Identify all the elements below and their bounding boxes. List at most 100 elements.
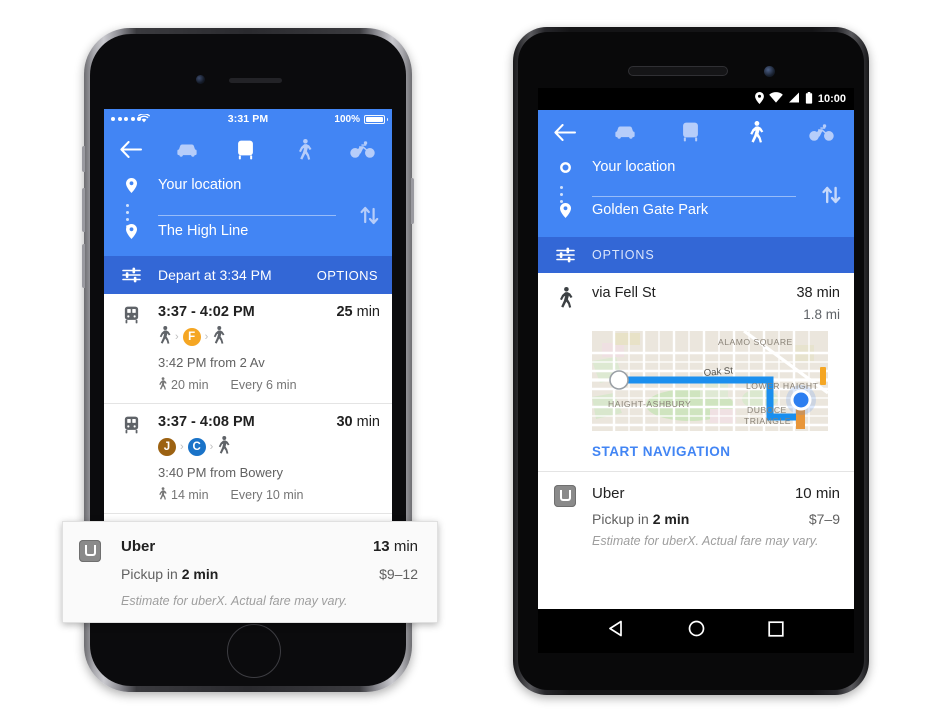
result-times: 3:37 - 4:02 PM [158,304,255,320]
home-button[interactable] [227,624,281,678]
mode-tab-cycling[interactable] [789,123,855,141]
transit-result-row[interactable]: 3:37 - 4:02 PM 25 min › F › 3:42 PM from… [104,294,392,404]
endpoints-divider [592,196,796,197]
volume-up-button[interactable] [82,188,85,232]
location-icon [754,91,764,107]
circle-home-icon[interactable] [688,620,705,642]
tune-icon [538,247,592,263]
mode-tab-walking[interactable] [275,139,334,160]
travel-mode-tabs [104,129,392,168]
swap-endpoints-button[interactable] [360,204,380,231]
mode-tab-driving[interactable] [158,142,217,158]
status-time: 10:00 [817,93,846,105]
svg-text:LOWER HAIGHT: LOWER HAIGHT [746,381,819,391]
chevron-right-icon: › [204,331,209,343]
origin-row[interactable]: Your location [538,152,854,182]
svg-text:TRIANGLE: TRIANGLE [744,416,791,426]
options-bar[interactable]: Depart at 3:34 PM OPTIONS [104,256,392,294]
uber-card[interactable]: Uber 13 min Pickup in 2 min $9–12 Estima… [62,521,438,623]
front-camera-icon [764,66,775,77]
result-legs: › F › [158,325,380,349]
android-bezel: 10:00 Your location Golden Gate Park OPT… [518,32,864,690]
result-departure: 3:40 PM from Bowery [158,465,283,480]
options-action-label[interactable]: OPTIONS [317,268,392,283]
swap-endpoints-button[interactable] [822,184,842,211]
result-frequency: Every 10 min [230,488,304,502]
depart-time-text: Depart at 3:34 PM [158,267,272,283]
mode-tab-driving[interactable] [592,124,658,140]
transit-line-badge: F [182,328,201,346]
power-button[interactable] [411,178,414,224]
start-navigation-button[interactable]: START NAVIGATION [592,444,840,459]
directions-header: Your location [538,110,854,237]
uber-price: $7–9 [808,511,840,527]
uber-card[interactable]: Uber 10 min Pickup in 2 min $7–9 Estimat… [538,472,854,562]
back-button[interactable] [538,123,592,141]
mode-tab-transit[interactable] [217,140,276,160]
transit-results-list: 3:37 - 4:02 PM 25 min › F › 3:42 PM from… [104,294,392,514]
mode-tab-cycling[interactable] [334,141,393,158]
route-map-thumbnail[interactable]: ALAMO SQUARE LOWER HAIGHT HAIGHT-ASHBURY… [592,331,828,431]
origin-text: Your location [592,159,676,175]
wifi-icon [137,113,151,126]
result-meta: 14 min Every 10 min [158,487,380,503]
back-button[interactable] [104,141,158,158]
train-icon [104,416,158,434]
uber-note: Estimate for uberX. Actual fare may vary… [121,594,348,608]
result-walk-time: 14 min [171,488,209,502]
battery-icon [805,91,813,107]
endpoints-divider [158,215,336,216]
uber-pickup: Pickup in 2 min [592,511,690,527]
android-screen: 10:00 Your location Golden Gate Park OPT… [538,88,854,653]
route-endpoints: Your location [104,168,392,256]
transit-line-badge: C [187,438,206,456]
destination-text: The High Line [158,223,249,239]
destination-row[interactable]: The High Line [104,216,392,246]
carrier-signal-dots [111,117,141,121]
destination-pin-icon [104,223,158,239]
walk-icon [212,325,225,349]
origin-row[interactable]: Your location [104,170,392,200]
triangle-back-icon[interactable] [608,620,625,642]
android-navigation-bar [538,609,854,653]
uber-eta: 13 min [372,538,418,555]
transit-line-badge: J [158,438,176,456]
walking-result-card[interactable]: via Fell St 38 min 1.8 mi ALAMO SQUARE L… [538,273,854,472]
destination-row[interactable]: Golden Gate Park [538,195,854,225]
signal-icon [788,92,800,106]
battery-icon [364,114,385,124]
result-times: 3:37 - 4:08 PM [158,414,255,430]
svg-text:DUBOCE: DUBOCE [747,405,787,415]
battery-percent: 100% [334,113,360,125]
uber-eta: 10 min [794,485,840,502]
walk-icon [217,435,230,459]
svg-text:HAIGHT-ASHBURY: HAIGHT-ASHBURY [608,399,691,409]
volume-down-button[interactable] [82,244,85,288]
walk-duration: 38 min [796,285,840,301]
origin-circle-icon [538,161,592,173]
uber-price: $9–12 [379,566,418,582]
uber-pickup: Pickup in 2 min [121,566,219,582]
chevron-right-icon: › [180,441,184,453]
uber-note: Estimate for uberX. Actual fare may vary… [592,534,819,548]
options-bar[interactable]: OPTIONS [538,237,854,273]
transit-result-row[interactable]: 3:37 - 4:08 PM 30 min J › C › 3:40 PM fr… [104,404,392,514]
square-recents-icon[interactable] [768,620,784,642]
origin-text: Your location [158,177,242,193]
result-duration: 25 min [336,304,380,320]
uber-pickup-row: Pickup in 2 min $7–9 [592,511,840,527]
silent-switch[interactable] [82,146,85,172]
walk-via: via Fell St [592,285,656,301]
wifi-icon [769,92,783,106]
uber-title: Uber [121,538,156,555]
earpiece-speaker [229,78,282,83]
train-icon [104,306,158,324]
uber-title-row: Uber 10 min [592,485,840,502]
mode-tab-transit[interactable] [658,122,724,142]
mode-tab-walking[interactable] [723,121,789,143]
route-dots [126,204,129,228]
travel-mode-tabs [538,110,854,150]
chevron-right-icon: › [209,441,214,453]
options-action-label[interactable]: OPTIONS [592,248,854,262]
origin-pin-icon [104,177,158,193]
